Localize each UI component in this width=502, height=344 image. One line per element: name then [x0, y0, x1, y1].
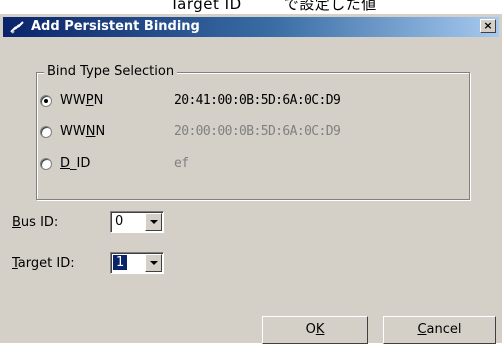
d-id-value: ef: [174, 156, 189, 171]
top-caption: Target ID で設定した値: [0, 0, 502, 14]
cancel-button[interactable]: Cancel: [383, 316, 496, 344]
radio-wwpn-label[interactable]: WWPN: [60, 93, 103, 108]
wwnn-value: 20:00:00:0B:5D:6A:0C:D9: [174, 124, 341, 139]
binding-link-icon: [10, 21, 24, 34]
radio-wwnn-circle[interactable]: [40, 126, 52, 138]
target-id-select[interactable]: 1: [110, 252, 164, 274]
bus-id-select[interactable]: 0: [110, 211, 164, 233]
radio-selected-dot: [44, 99, 48, 103]
bind-type-legend: Bind Type Selection: [44, 64, 178, 79]
bus-id-label: Bus ID:: [12, 215, 59, 230]
add-persistent-binding-dialog: Add Persistent Binding × Bind Type Selec…: [0, 14, 502, 344]
target-id-label: Target ID:: [12, 256, 75, 271]
radio-wwpn-circle[interactable]: [40, 95, 52, 107]
title-bar[interactable]: Add Persistent Binding ×: [3, 17, 499, 37]
target-id-dropdown-arrow-icon[interactable]: [145, 254, 162, 272]
bus-id-value: 0: [115, 214, 124, 229]
radio-d-id-label[interactable]: D_ID: [60, 156, 90, 171]
window-title: Add Persistent Binding: [31, 19, 200, 34]
radio-wwnn-label[interactable]: WWNN: [60, 124, 105, 139]
radio-d-id-circle[interactable]: [40, 158, 52, 170]
wwpn-value: 20:41:00:0B:5D:6A:0C:D9: [174, 93, 341, 108]
caption-text: Target ID で設定した値: [170, 0, 377, 13]
bus-id-dropdown-arrow-icon[interactable]: [145, 213, 162, 231]
ok-button[interactable]: OK: [262, 316, 368, 344]
target-id-value: 1: [113, 255, 128, 270]
close-button[interactable]: ×: [480, 19, 496, 33]
